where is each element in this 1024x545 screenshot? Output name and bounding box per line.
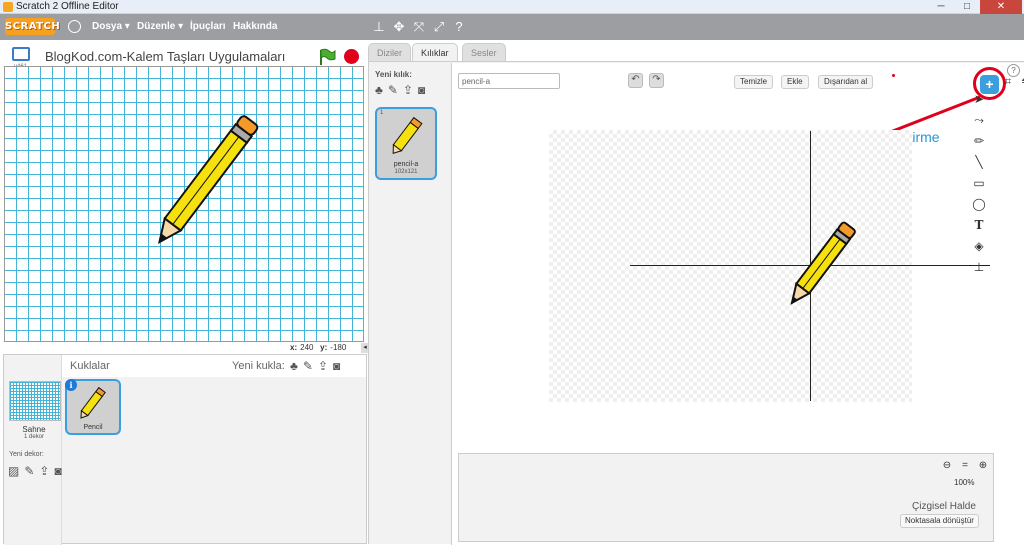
convert-bitmap-button[interactable]: Noktasala dönüştür bbox=[900, 514, 979, 528]
costume-name: pencil-a bbox=[393, 161, 419, 168]
stage-label: Sahne bbox=[22, 425, 46, 434]
editor-mode-label: Çizgisel Halde bbox=[912, 501, 976, 512]
flip-horizontal-icon[interactable]: ⇋ bbox=[1019, 75, 1024, 89]
paint-tools: ➤ ⤳ ✏ ╲ ▭ ◯ T ◈ ⊥ bbox=[972, 92, 986, 275]
green-flag-icon[interactable] bbox=[318, 48, 336, 66]
clear-button[interactable]: Temizle bbox=[734, 75, 774, 89]
costume-thumbnail[interactable]: 1 pencil-a 102x121 bbox=[375, 107, 437, 180]
import-button[interactable]: Dışarıdan al bbox=[818, 75, 874, 89]
paint-backdrop-icon[interactable]: ✎ bbox=[24, 465, 34, 477]
stage-canvas[interactable] bbox=[4, 66, 364, 342]
pencil-sprite[interactable] bbox=[5, 67, 364, 342]
paint-costume-icon[interactable]: ✎ bbox=[388, 84, 398, 96]
info-icon[interactable]: i bbox=[65, 379, 77, 391]
line-tool-icon[interactable]: ╲ bbox=[972, 155, 986, 170]
window-title: Scratch 2 Offline Editor bbox=[16, 1, 119, 12]
pencil-drawing bbox=[790, 221, 856, 305]
window-titlebar: Scratch 2 Offline Editor ─ □ ✕ bbox=[0, 0, 1024, 14]
backdrop-library-icon[interactable]: ▨ bbox=[8, 465, 19, 477]
costume-library-icon[interactable]: ♣ bbox=[375, 84, 383, 96]
y-label: y: bbox=[320, 343, 328, 352]
camera-sprite-icon[interactable]: ◙ bbox=[333, 360, 340, 372]
new-backdrop-label: Yeni dekor: bbox=[9, 451, 44, 458]
fullscreen-icon[interactable] bbox=[12, 47, 30, 61]
select-tool-icon[interactable]: ➤ bbox=[972, 92, 986, 107]
project-title[interactable]: BlogKod.com-Kalem Taşları Uygulamaları bbox=[45, 49, 285, 64]
help-icon[interactable]: ? bbox=[452, 19, 466, 34]
maximize-button[interactable]: □ bbox=[954, 0, 980, 14]
rectangle-tool-icon[interactable]: ▭ bbox=[972, 176, 986, 191]
costume-name-input[interactable] bbox=[458, 73, 560, 89]
app-icon bbox=[3, 2, 13, 12]
paint-footer: ⊖ = ⊕ 100% Çizgisel Halde Noktasala dönü… bbox=[458, 453, 994, 542]
new-costume-label: Yeni kılık: bbox=[375, 70, 412, 79]
x-value: 240 bbox=[300, 343, 314, 352]
fill-tool-icon[interactable]: ◈ bbox=[972, 239, 986, 254]
zoom-in-icon[interactable]: ⊕ bbox=[977, 460, 989, 471]
mouse-coordinates: x: 240 y: -180 bbox=[290, 343, 346, 352]
backdrop-count: 1 dekor bbox=[23, 434, 44, 440]
x-label: x: bbox=[290, 343, 298, 352]
tab-sounds[interactable]: Sesler bbox=[462, 43, 506, 62]
unsaved-indicator bbox=[892, 74, 895, 77]
help-icon[interactable]: ? bbox=[1007, 64, 1020, 77]
paint-editor: ↶ ↷ Temizle Ekle Dışarıdan al ⌗ ⇋ ⇵ + Kı… bbox=[451, 63, 1024, 545]
ellipse-tool-icon[interactable]: ◯ bbox=[972, 197, 986, 212]
zoom-level: 100% bbox=[954, 478, 975, 487]
sprites-pane: Kuklalar Yeni kukla: ♣ ✎ ⇪ ◙ Sahne 1 dek… bbox=[3, 354, 367, 545]
add-button[interactable]: Ekle bbox=[781, 75, 809, 89]
new-sprite-label: Yeni kukla: bbox=[232, 360, 285, 372]
grow-icon[interactable]: ⤢ bbox=[432, 19, 446, 34]
costume-number: 1 bbox=[380, 110, 384, 116]
zoom-controls: ⊖ = ⊕ bbox=[941, 460, 989, 471]
upload-backdrop-icon[interactable]: ⇪ bbox=[39, 465, 49, 477]
tab-scripts[interactable]: Diziler bbox=[368, 43, 412, 62]
scratch-logo[interactable]: SCRATCH bbox=[5, 18, 60, 35]
menu-file[interactable]: Dosya ▾ bbox=[92, 21, 130, 32]
stamp-icon[interactable]: ⊥ bbox=[372, 19, 386, 34]
pencil-tool-icon[interactable]: ✏ bbox=[972, 134, 986, 149]
stage-thumbnail[interactable] bbox=[9, 381, 61, 421]
editor-tabs: Diziler Kılıklar Sesler bbox=[368, 40, 1024, 63]
close-button[interactable]: ✕ bbox=[980, 0, 1022, 14]
pencil-costume-icon bbox=[392, 116, 423, 155]
y-value: -180 bbox=[330, 343, 347, 352]
minimize-button[interactable]: ─ bbox=[928, 0, 954, 14]
menu-edit[interactable]: Düzenle ▾ bbox=[137, 21, 183, 32]
zoom-out-icon[interactable]: ⊖ bbox=[941, 460, 953, 471]
sprite-name: Pencil bbox=[83, 424, 103, 431]
expand-icon[interactable]: ⤧ bbox=[412, 19, 426, 34]
costume-size: 102x121 bbox=[394, 169, 418, 175]
menu-bar: SCRATCH Dosya ▾ Düzenle ▾ İpuçları Hakkı… bbox=[0, 14, 1024, 40]
undo-button[interactable]: ↶ bbox=[628, 73, 643, 88]
camera-backdrop-icon[interactable]: ◙ bbox=[54, 465, 61, 477]
sprite-thumbnail[interactable]: i Pencil bbox=[65, 379, 121, 435]
menu-tips[interactable]: İpuçları bbox=[190, 21, 226, 32]
upload-sprite-icon[interactable]: ⇪ bbox=[318, 360, 328, 372]
globe-icon[interactable] bbox=[68, 20, 81, 33]
zoom-reset-icon[interactable]: = bbox=[959, 460, 971, 471]
menu-about[interactable]: Hakkında bbox=[233, 21, 277, 32]
stop-icon[interactable] bbox=[344, 49, 359, 64]
upload-costume-icon[interactable]: ⇪ bbox=[403, 84, 413, 96]
stamp-tool-icon[interactable]: ⊥ bbox=[972, 260, 986, 275]
camera-costume-icon[interactable]: ◙ bbox=[418, 84, 425, 96]
costume-editor: Yeni kılık: ♣ ✎ ⇪ ◙ 1 pencil-a 102x121 ↶… bbox=[368, 61, 1024, 545]
tab-costumes[interactable]: Kılıklar bbox=[412, 43, 458, 63]
sprite-library-icon[interactable]: ♣ bbox=[290, 360, 298, 372]
redo-button[interactable]: ↷ bbox=[649, 73, 664, 88]
paint-sprite-icon[interactable]: ✎ bbox=[303, 360, 313, 372]
shrink-icon[interactable]: ✥ bbox=[392, 19, 406, 34]
text-tool-icon[interactable]: T bbox=[972, 218, 986, 233]
sprites-title: Kuklalar bbox=[70, 360, 110, 372]
reshape-tool-icon[interactable]: ⤳ bbox=[972, 113, 986, 128]
